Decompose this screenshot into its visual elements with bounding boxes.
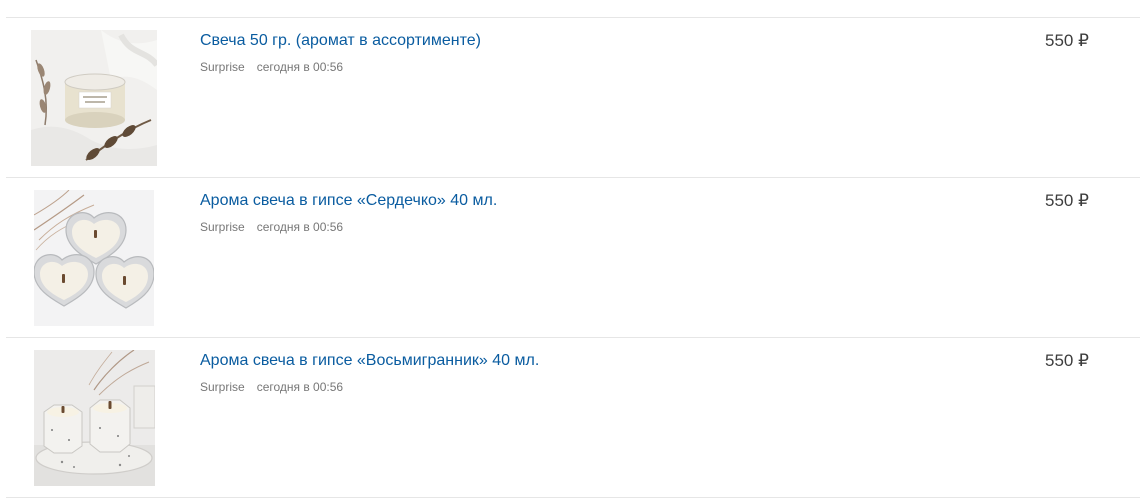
listing-price: 550 ₽	[1045, 351, 1089, 370]
listing-item: Арома свеча в гипсе «Сердечко» 40 мл. Su…	[0, 178, 1142, 338]
listing-meta: Surprise сегодня в 00:56	[200, 380, 343, 394]
candle-jar-image	[31, 30, 157, 166]
listing-time: сегодня в 00:56	[256, 220, 344, 234]
listing-price: 550 ₽	[1045, 191, 1089, 210]
heart-candles-photo[interactable]	[34, 190, 154, 326]
listing-meta: Surprise сегодня в 00:56	[200, 60, 343, 74]
listing-title-link[interactable]: Арома свеча в гипсе «Восьмигранник» 40 м…	[200, 351, 539, 371]
divider	[6, 497, 1140, 498]
heart-candles-image	[34, 190, 154, 326]
octagon-candles-photo[interactable]	[34, 350, 155, 486]
octagon-candles-image	[34, 350, 155, 486]
listing-title-link[interactable]: Свеча 50 гр. (аромат в ассортименте)	[200, 31, 481, 51]
listing-item: Свеча 50 гр. (аромат в ассортименте) Sur…	[0, 18, 1142, 178]
listing-price: 550 ₽	[1045, 31, 1089, 50]
candle-jar-photo[interactable]	[31, 30, 157, 166]
listing-results: Свеча 50 гр. (аромат в ассортименте) Sur…	[0, 0, 1142, 500]
listing-time: сегодня в 00:56	[256, 60, 344, 74]
listing-title-link[interactable]: Арома свеча в гипсе «Сердечко» 40 мл.	[200, 191, 497, 211]
listing-time: сегодня в 00:56	[256, 380, 344, 394]
seller-name[interactable]: Surprise	[200, 220, 245, 234]
listing-meta: Surprise сегодня в 00:56	[200, 220, 343, 234]
seller-name[interactable]: Surprise	[200, 380, 245, 394]
seller-name[interactable]: Surprise	[200, 60, 245, 74]
listing-item: Арома свеча в гипсе «Восьмигранник» 40 м…	[0, 338, 1142, 498]
